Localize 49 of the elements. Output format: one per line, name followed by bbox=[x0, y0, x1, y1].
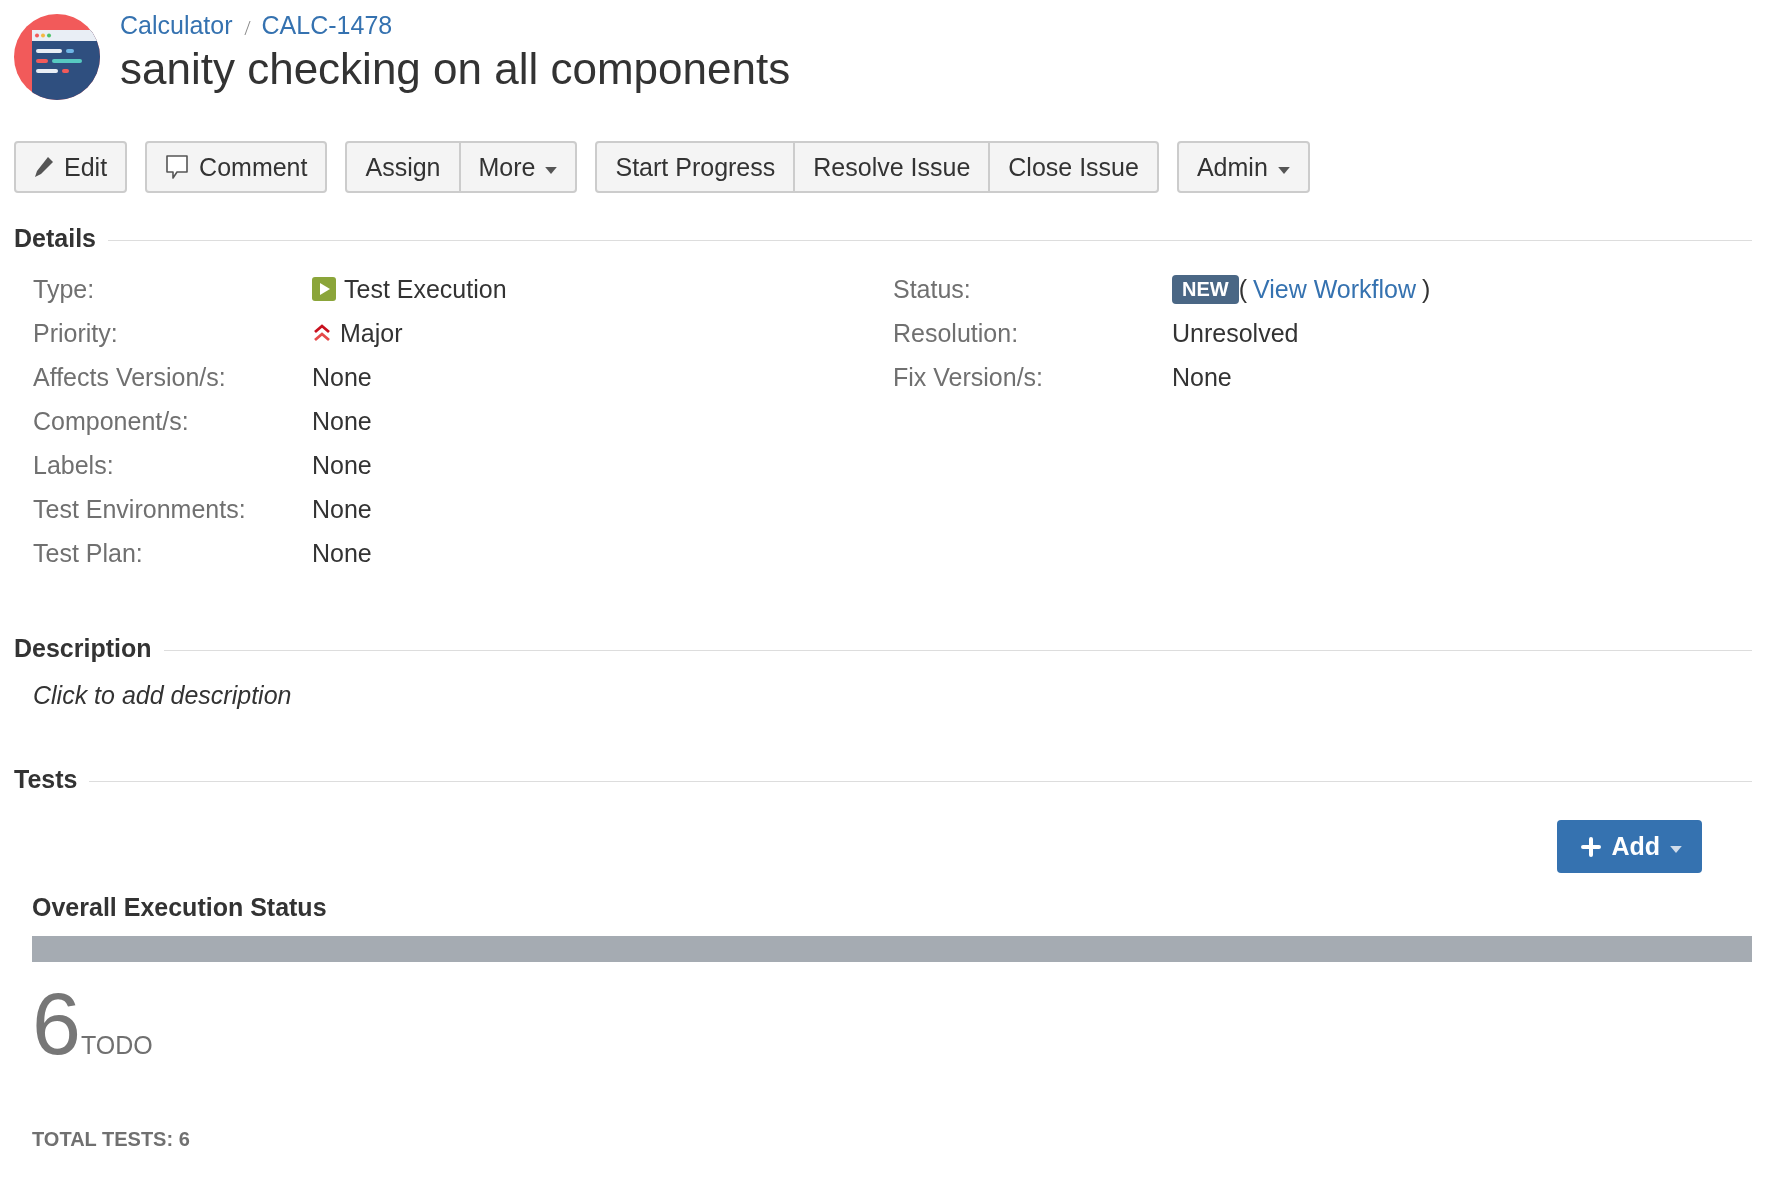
execution-status-heading: Overall Execution Status bbox=[32, 893, 328, 922]
breadcrumb-link[interactable]: CALC-1478 bbox=[261, 10, 393, 40]
field-label: Component/s: bbox=[33, 406, 190, 436]
plus-icon bbox=[1581, 836, 1602, 857]
field-label: Labels: bbox=[33, 450, 115, 480]
toolbar-button[interactable]: Admin bbox=[1176, 141, 1310, 193]
field-label: Fix Version/s: bbox=[893, 362, 1045, 392]
toolbar-button[interactable]: Assign bbox=[345, 141, 461, 193]
add-button[interactable]: Add bbox=[1557, 820, 1702, 873]
description-placeholder[interactable]: Click to add description bbox=[14, 681, 292, 710]
section-heading: Tests bbox=[14, 765, 78, 794]
double-chevron-up-icon bbox=[312, 323, 332, 343]
toolbar-button[interactable]: Start Progress bbox=[595, 141, 796, 193]
field-label: Test Environments: bbox=[33, 494, 247, 524]
view-workflow-link[interactable]: View Workflow bbox=[1253, 274, 1416, 304]
field-value: None bbox=[312, 406, 372, 436]
field-label: Test Plan: bbox=[33, 538, 144, 568]
field-label: Priority: bbox=[33, 318, 119, 348]
status-lozenge: NEW bbox=[1172, 274, 1239, 304]
field-value: None bbox=[312, 450, 372, 480]
field-label: Resolution: bbox=[893, 318, 1020, 348]
breadcrumb-link[interactable]: Calculator bbox=[120, 10, 233, 40]
issue-title: sanity checking on all components bbox=[120, 43, 791, 94]
field-value: None bbox=[312, 494, 372, 524]
field-value: None bbox=[312, 362, 372, 392]
parenthesis: ( bbox=[1238, 274, 1247, 304]
toolbar-button[interactable]: Close Issue bbox=[990, 141, 1159, 193]
section-heading: Description bbox=[14, 634, 152, 663]
toolbar-button[interactable]: Comment bbox=[145, 141, 328, 193]
total-tests: TOTAL TESTS: 6 bbox=[32, 1128, 190, 1151]
field-label: Type: bbox=[33, 274, 96, 304]
section-heading: Details bbox=[14, 224, 96, 253]
field-label: Status: bbox=[893, 274, 972, 304]
field-value: None bbox=[1172, 362, 1232, 392]
toolbar-button[interactable]: Edit bbox=[14, 141, 128, 193]
toolbar-button[interactable]: More bbox=[460, 141, 578, 193]
field-value: Unresolved bbox=[1172, 318, 1299, 348]
parenthesis: ) bbox=[1422, 274, 1431, 304]
caret-icon bbox=[1670, 846, 1682, 853]
pencil-icon bbox=[34, 156, 54, 178]
play-icon bbox=[312, 277, 336, 301]
toolbar-button[interactable]: Resolve Issue bbox=[795, 141, 991, 193]
speech-bubble-icon bbox=[165, 154, 190, 180]
field-value: None bbox=[312, 538, 372, 568]
todo-count: 6 bbox=[32, 980, 81, 1068]
todo-label: TODO bbox=[80, 1031, 153, 1060]
field-value: Test Execution bbox=[344, 274, 507, 304]
field-label: Affects Version/s: bbox=[33, 362, 227, 392]
field-value: Major bbox=[340, 318, 403, 348]
